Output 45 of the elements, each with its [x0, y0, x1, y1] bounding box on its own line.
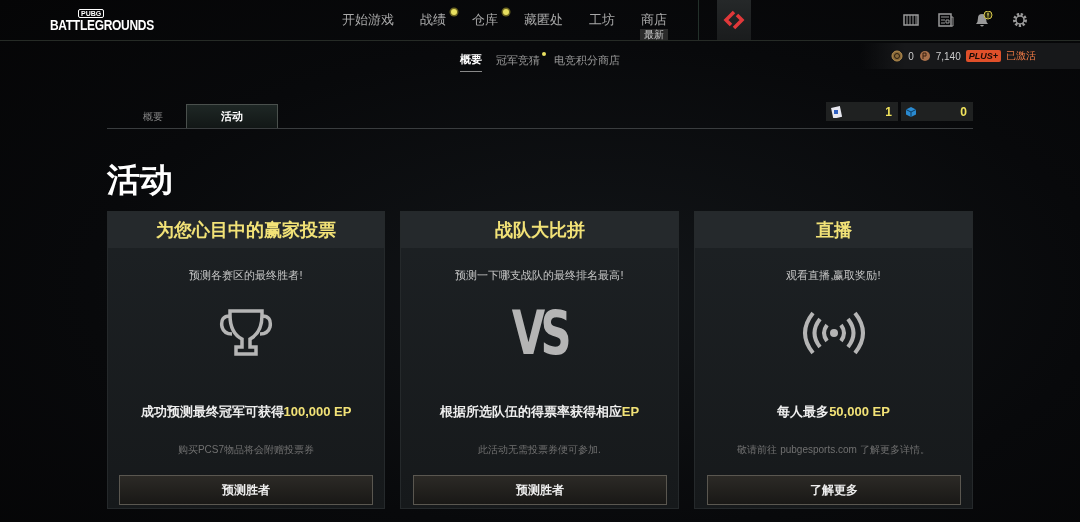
- nav-tab[interactable]: 工坊: [576, 0, 628, 40]
- subnav-tab[interactable]: 冠军竞猜: [496, 48, 540, 72]
- reward-text: 成功预测最终冠军可获得100,000 EP: [140, 403, 352, 421]
- card-subtitle: 预测各赛区的最终胜者!: [189, 268, 303, 283]
- counter-value: 0: [960, 104, 967, 119]
- subnav-tab[interactable]: 概要: [460, 48, 482, 72]
- card-title: 为您心目中的赢家投票: [108, 212, 384, 248]
- action-button[interactable]: 预测胜者: [119, 475, 373, 505]
- coin-amount: 0: [908, 50, 914, 62]
- plus-badge: PLUS+: [965, 50, 1001, 62]
- coin-icon: [918, 50, 931, 62]
- diamond-logo-icon: [723, 9, 745, 31]
- reward-text: 根据所选队伍的得票率获得相应EP: [439, 403, 640, 421]
- note-text: 敬请前往 pubgesports.com 了解更多详情。: [737, 443, 930, 457]
- ticket-icon: [830, 105, 842, 118]
- note-text: 购买PCS7物品将会附赠投票券: [177, 443, 315, 457]
- status-text: 已激活: [1006, 49, 1036, 63]
- settings-icon[interactable]: [1012, 12, 1028, 28]
- versus-emblem: VS: [512, 303, 567, 363]
- coin-icon: [891, 50, 904, 62]
- nav-tab[interactable]: 仓库: [459, 0, 511, 40]
- nav-tab[interactable]: 战绩: [407, 0, 459, 40]
- coin-amount: 7,140: [935, 50, 961, 62]
- action-button[interactable]: 预测胜者: [412, 475, 667, 505]
- card-subtitle: 预测一下哪支战队的最终排名最高!: [455, 268, 624, 283]
- newspaper-icon[interactable]: [938, 12, 954, 28]
- crate-icon[interactable]: [903, 12, 919, 28]
- reward-text: 每人最多50,000 EP: [777, 403, 890, 421]
- new-label: 最新: [640, 29, 668, 40]
- card-title: 战队大比拼: [401, 212, 678, 248]
- card-subtitle: 观看直播,赢取奖励!: [786, 268, 881, 283]
- tab[interactable]: 概要: [120, 104, 186, 128]
- card-title: 直播: [695, 212, 972, 248]
- note-text: 此活动无需投票券便可参加.: [478, 443, 601, 457]
- action-button[interactable]: 了解更多: [706, 475, 961, 505]
- counter-value: 1: [885, 104, 892, 119]
- emblem-button[interactable]: [717, 0, 751, 40]
- nav-tab[interactable]: 开始游戏: [329, 0, 407, 40]
- nav-tab[interactable]: 藏匿处: [511, 0, 576, 40]
- page-title: 活动: [107, 161, 174, 199]
- tab[interactable]: 活动: [186, 104, 278, 128]
- cube-icon: [905, 105, 917, 118]
- nav-tab[interactable]: 商店 最新: [628, 0, 680, 40]
- bell-alert-icon[interactable]: [973, 11, 993, 29]
- subnav-tab[interactable]: 电竞积分商店: [554, 48, 620, 72]
